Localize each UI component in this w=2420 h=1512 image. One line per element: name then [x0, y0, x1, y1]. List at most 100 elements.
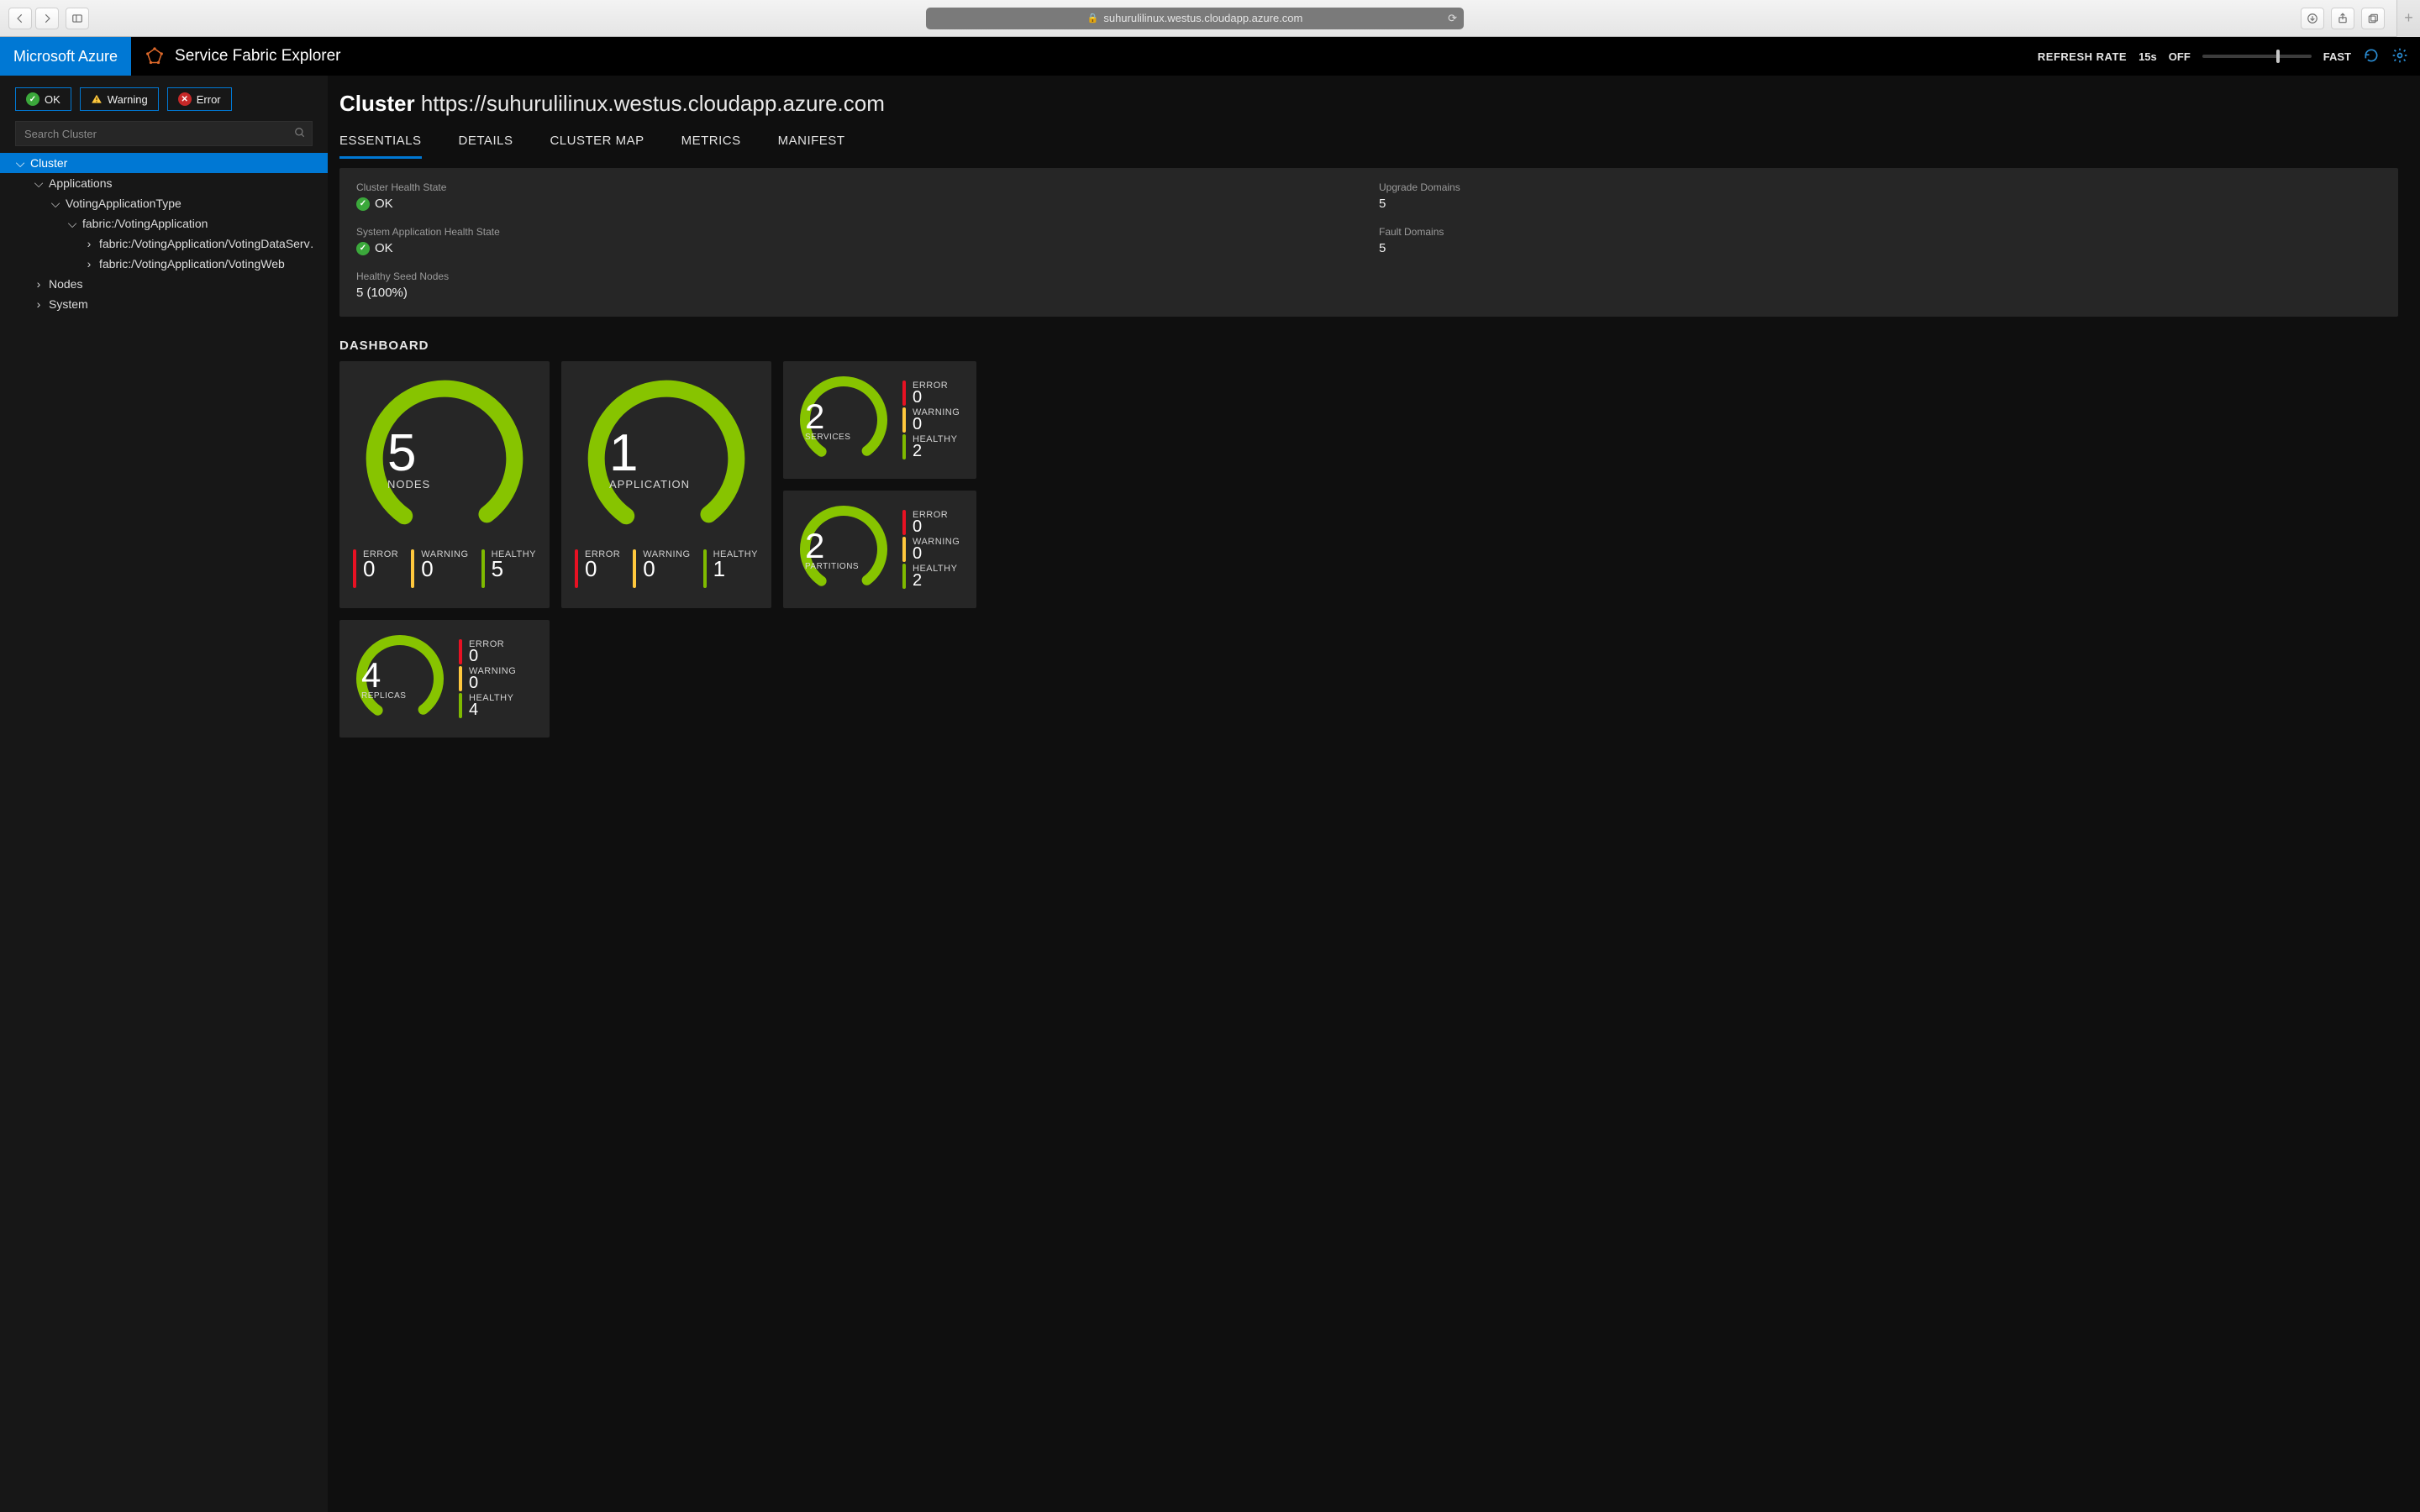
stat-value: 0	[363, 558, 398, 580]
tree-node-system[interactable]: › System	[15, 294, 313, 314]
settings-button[interactable]	[2391, 47, 2408, 66]
refresh-rate-control: REFRESH RATE 15s OFF FAST	[2038, 47, 2420, 66]
tree-label: Nodes	[49, 277, 82, 291]
chevron-down-icon: ⌵	[15, 156, 25, 171]
stat-value: 0	[421, 558, 468, 580]
card-label: NODES	[387, 478, 430, 491]
tree-label: VotingApplicationType	[66, 197, 182, 210]
card-count: 2	[805, 528, 824, 564]
card-count: 4	[361, 658, 381, 693]
tree-node-applications[interactable]: ⌵ Applications	[15, 173, 313, 193]
sidebar: ✓ OK Warning ✕ Error ⌵ Cluster	[0, 76, 328, 1512]
tree-label: fabric:/VotingApplication/VotingDataServ…	[99, 237, 313, 250]
tree-label: fabric:/VotingApplication	[82, 217, 208, 230]
address-text: suhurulilinux.westus.cloudapp.azure.com	[1103, 12, 1302, 24]
card-label: PARTITIONS	[805, 562, 859, 571]
ok-badge-icon: ✓	[356, 197, 370, 211]
tree-node-nodes[interactable]: › Nodes	[15, 274, 313, 294]
share-button[interactable]	[2331, 8, 2354, 29]
address-bar[interactable]: 🔒 suhurulilinux.westus.cloudapp.azure.co…	[926, 8, 1464, 29]
essentials-label: Upgrade Domains	[1379, 181, 2381, 193]
chevron-right-icon: ›	[34, 277, 44, 291]
dashboard-grid: 5 NODES ERROR0 WARNING0 HEALTHY5	[339, 361, 2398, 738]
search-icon	[294, 127, 306, 143]
stat-value: 0	[913, 545, 960, 562]
tab-cluster-map[interactable]: CLUSTER MAP	[550, 129, 644, 159]
nav-forward-button[interactable]	[35, 8, 59, 29]
tree-node-app-instance[interactable]: ⌵ fabric:/VotingApplication	[15, 213, 313, 234]
dashboard-card-application[interactable]: 1 APPLICATION ERROR0 WARNING0 HEALTHY1	[561, 361, 771, 608]
tree-node-service-data[interactable]: › fabric:/VotingApplication/VotingDataSe…	[15, 234, 313, 254]
stat-value: 0	[469, 675, 516, 691]
stat-value: 0	[469, 648, 504, 664]
chevron-down-icon: ⌵	[67, 217, 77, 231]
refresh-fast-label: FAST	[2323, 50, 2351, 63]
card-count: 1	[609, 428, 638, 480]
filter-error-button[interactable]: ✕ Error	[167, 87, 232, 111]
refresh-off-label: OFF	[2169, 50, 2191, 63]
essentials-label: Fault Domains	[1379, 226, 2381, 238]
page-title-url: https://suhurulilinux.westus.cloudapp.az…	[421, 91, 885, 116]
app-title: Service Fabric Explorer	[131, 46, 354, 66]
stat-value: 0	[585, 558, 620, 580]
refresh-now-button[interactable]	[2363, 47, 2380, 66]
azure-brand[interactable]: Microsoft Azure	[0, 37, 131, 76]
sidebar-toggle-button[interactable]	[66, 8, 89, 29]
ok-badge-icon: ✓	[26, 92, 39, 106]
dashboard-card-services[interactable]: 2 SERVICES ERROR0 WARNING0 HEALTHY2	[783, 361, 976, 479]
essentials-cluster-health: Cluster Health State ✓OK	[356, 181, 1359, 211]
nav-back-button[interactable]	[8, 8, 32, 29]
chevron-down-icon: ⌵	[50, 197, 60, 211]
search-input[interactable]	[15, 121, 313, 146]
essentials-value: 5 (100%)	[356, 286, 1359, 300]
dashboard-card-partitions[interactable]: 2 PARTITIONS ERROR0 WARNING0 HEALTHY2	[783, 491, 976, 608]
tree-node-app-type[interactable]: ⌵ VotingApplicationType	[15, 193, 313, 213]
tree-node-service-web[interactable]: › fabric:/VotingApplication/VotingWeb	[15, 254, 313, 274]
essentials-panel: Cluster Health State ✓OK Upgrade Domains…	[339, 168, 2398, 317]
tab-essentials[interactable]: ESSENTIALS	[339, 129, 422, 159]
filter-ok-label: OK	[45, 93, 60, 106]
dashboard-card-replicas[interactable]: 4 REPLICAS ERROR0 WARNING0 HEALTHY4	[339, 620, 550, 738]
card-label: APPLICATION	[609, 478, 690, 491]
essentials-upgrade-domains: Upgrade Domains 5	[1379, 181, 2381, 211]
ok-badge-icon: ✓	[356, 242, 370, 255]
stat-value: 0	[913, 518, 948, 535]
chevron-right-icon: ›	[84, 237, 94, 250]
app-title-text: Service Fabric Explorer	[175, 47, 340, 66]
tab-details[interactable]: DETAILS	[459, 129, 513, 159]
slider-handle[interactable]	[2276, 50, 2280, 63]
dashboard-card-nodes[interactable]: 5 NODES ERROR0 WARNING0 HEALTHY5	[339, 361, 550, 608]
reload-icon[interactable]: ⟳	[1448, 12, 1457, 25]
card-label: SERVICES	[805, 433, 850, 442]
essentials-value: 5	[1379, 241, 2381, 255]
tree-label: Cluster	[30, 156, 67, 170]
tree-label: fabric:/VotingApplication/VotingWeb	[99, 257, 285, 270]
stat-value: 4	[469, 701, 513, 718]
app-header: Microsoft Azure Service Fabric Explorer …	[0, 37, 2420, 76]
page-title-prefix: Cluster	[339, 91, 415, 116]
filter-warning-button[interactable]: Warning	[80, 87, 159, 111]
filter-ok-button[interactable]: ✓ OK	[15, 87, 71, 111]
tab-metrics[interactable]: METRICS	[681, 129, 741, 159]
tab-manifest[interactable]: MANIFEST	[778, 129, 845, 159]
essentials-label: Healthy Seed Nodes	[356, 270, 1359, 282]
card-count: 2	[805, 399, 824, 434]
dashboard-heading: DASHBOARD	[339, 339, 2398, 353]
refresh-rate-label: REFRESH RATE	[2038, 50, 2127, 63]
tab-bar: ESSENTIALS DETAILS CLUSTER MAP METRICS M…	[339, 129, 2398, 160]
card-label: REPLICAS	[361, 691, 406, 701]
chevron-down-icon: ⌵	[34, 176, 44, 191]
tree-node-cluster[interactable]: ⌵ Cluster	[0, 153, 328, 173]
tree-label: System	[49, 297, 88, 311]
refresh-rate-slider[interactable]	[2202, 55, 2312, 58]
refresh-rate-value: 15s	[2139, 50, 2157, 63]
downloads-button[interactable]	[2301, 8, 2324, 29]
essentials-value: OK	[375, 241, 393, 255]
filter-error-label: Error	[197, 93, 221, 106]
warning-badge-icon	[91, 93, 103, 105]
stat-value: 2	[913, 443, 957, 459]
tree-label: Applications	[49, 176, 113, 190]
tabs-button[interactable]	[2361, 8, 2385, 29]
new-tab-button[interactable]: +	[2396, 0, 2420, 37]
error-badge-icon: ✕	[178, 92, 192, 106]
